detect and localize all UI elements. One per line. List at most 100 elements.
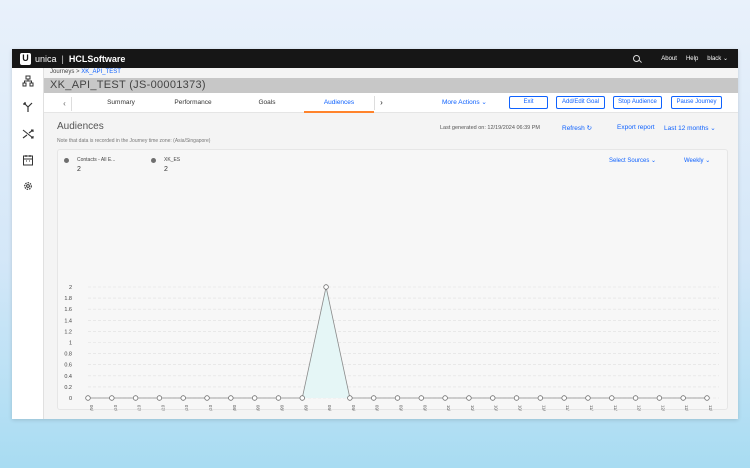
add-edit-goal-button[interactable]: Add/Edit Goal: [556, 96, 605, 109]
tab-goals[interactable]: Goals: [234, 93, 300, 113]
data-point: [132, 395, 139, 401]
journey-icon[interactable]: [22, 101, 34, 113]
x-tick-label: 08/18/2024: [279, 405, 284, 411]
data-point: [251, 395, 258, 401]
x-tick-label: 08/25/2024: [303, 405, 308, 411]
user-menu[interactable]: black ⌄: [707, 55, 728, 62]
data-point: [85, 395, 91, 401]
x-tick-label: 11/17/2024: [589, 405, 594, 411]
help-link[interactable]: Help: [686, 56, 698, 62]
data-point: [109, 395, 115, 401]
y-tick-label: 0.4: [64, 374, 72, 380]
date-range-dropdown[interactable]: Last 12 months ⌄: [664, 124, 716, 132]
exit-button[interactable]: Exit: [509, 96, 548, 109]
user-name: black: [707, 56, 722, 62]
y-tick-label: 0.8: [64, 352, 72, 358]
more-actions-label: More Actions: [442, 99, 480, 106]
x-tick-label: 11/24/2024: [613, 405, 618, 411]
data-point: [490, 395, 496, 401]
settings-gear-icon[interactable]: [22, 180, 34, 192]
tab-summary[interactable]: Summary: [88, 93, 154, 113]
app-window: U unica | HCLSoftware About Help black ⌄…: [12, 49, 738, 419]
data-point: [466, 395, 472, 401]
top-bar: U unica | HCLSoftware About Help black ⌄: [12, 49, 738, 68]
more-actions-menu[interactable]: More Actions ⌄: [442, 93, 487, 113]
data-point: [347, 395, 353, 401]
data-point: [156, 395, 163, 401]
hierarchy-icon[interactable]: [22, 75, 34, 87]
x-tick-label: 10/06/2024: [446, 405, 451, 411]
data-point: [442, 395, 448, 401]
calendar-icon[interactable]: [22, 154, 34, 166]
data-point: [609, 395, 615, 401]
chart-card: Contacts - All E... 2 XK_ES 2 Select Sou…: [57, 149, 728, 411]
data-point: [275, 395, 282, 401]
data-point: [418, 395, 425, 401]
last-generated: Last generated on: 12/19/2024 06:39 PM: [440, 125, 540, 131]
data-point: [204, 395, 210, 401]
breadcrumb-current[interactable]: XK_API_TEST: [81, 69, 121, 75]
x-tick-label: 10/13/2024: [470, 405, 475, 411]
x-tick-label: 07/01/2024: [113, 405, 118, 411]
stop-audience-button[interactable]: Stop Audience: [613, 96, 662, 109]
y-tick-label: 2: [69, 285, 72, 291]
x-tick-label: 12/01/2024: [637, 405, 642, 411]
tab-bar: ‹ Summary Performance Goals Audiences › …: [44, 93, 738, 113]
x-tick-label: 10/27/2024: [518, 405, 523, 411]
refresh-label: Refresh: [562, 125, 585, 132]
x-tick-label: 07/21/2024: [184, 405, 189, 411]
x-tick-label: 09/08/2024: [351, 405, 356, 411]
data-point: [632, 395, 639, 401]
logo-letter: U: [22, 53, 29, 63]
y-tick-label: 1.8: [64, 296, 72, 302]
top-right-links: About Help black ⌄: [633, 49, 728, 68]
refresh-button[interactable]: Refresh ↻: [562, 124, 592, 132]
x-tick-label: 12/08/2024: [660, 405, 665, 411]
y-tick-label: 1.6: [64, 307, 72, 313]
breadcrumb-root[interactable]: Journeys: [50, 69, 74, 75]
y-tick-label: 0: [69, 396, 72, 402]
x-tick-label: 11/10/2024: [565, 405, 570, 411]
data-point: [299, 395, 305, 401]
x-tick-label: 10/20/2024: [494, 405, 499, 411]
y-tick-label: 1.2: [64, 329, 72, 335]
x-tick-label: 09/01/2024: [327, 405, 332, 411]
data-point: [680, 395, 686, 401]
about-link[interactable]: About: [661, 56, 677, 62]
title-band: XK_API_TEST (JS-00001373): [44, 78, 738, 93]
y-tick-label: 0.2: [64, 385, 72, 391]
data-point: [704, 395, 710, 401]
tab-audiences[interactable]: Audiences: [304, 93, 374, 113]
company-name: HCLSoftware: [68, 53, 126, 64]
data-point: [394, 395, 401, 401]
x-tick-label: 09/29/2024: [422, 405, 427, 411]
data-point: [513, 395, 520, 401]
chevron-down-icon: ⌄: [710, 125, 716, 132]
x-tick-label: 07/28/2024: [208, 405, 213, 411]
export-report-link[interactable]: Export report: [617, 124, 655, 131]
x-tick-label: 12/22/2024: [708, 405, 713, 411]
page-title: XK_API_TEST (JS-00001373): [50, 79, 206, 91]
data-point: [585, 395, 591, 401]
pause-journey-button[interactable]: Pause Journey: [671, 96, 722, 109]
chevron-down-icon: ⌄: [481, 99, 487, 106]
chevron-down-icon: ⌄: [722, 56, 728, 62]
x-tick-label: 11/03/2024: [541, 405, 546, 411]
tab-scroll-prev-button[interactable]: ‹: [58, 97, 72, 111]
section-title: Audiences: [57, 121, 104, 132]
audience-chart: 0 0.2 0.4 0.6 0.8 1 1.2 1.4 1.6 1.8 2 06/23/2024 07/…: [64, 284, 719, 411]
date-range-label: Last 12 months: [664, 125, 709, 132]
tab-performance[interactable]: Performance: [160, 93, 226, 113]
breadcrumb: Journeys > XK_API_TEST: [50, 69, 121, 75]
x-tick-label: 07/14/2024: [160, 405, 165, 411]
left-nav: [12, 68, 44, 419]
data-point: [537, 395, 544, 401]
brand-separator: |: [61, 53, 64, 64]
x-tick-label: 12/15/2024: [684, 405, 689, 411]
tab-scroll-next-button[interactable]: ›: [374, 96, 388, 110]
x-tick-label: 06/23/2024: [89, 405, 94, 411]
search-icon[interactable]: [633, 55, 641, 62]
x-tick-label: 07/07/2024: [137, 405, 142, 411]
x-tick-label: 09/22/2024: [399, 405, 404, 411]
shuffle-icon[interactable]: [22, 128, 34, 140]
